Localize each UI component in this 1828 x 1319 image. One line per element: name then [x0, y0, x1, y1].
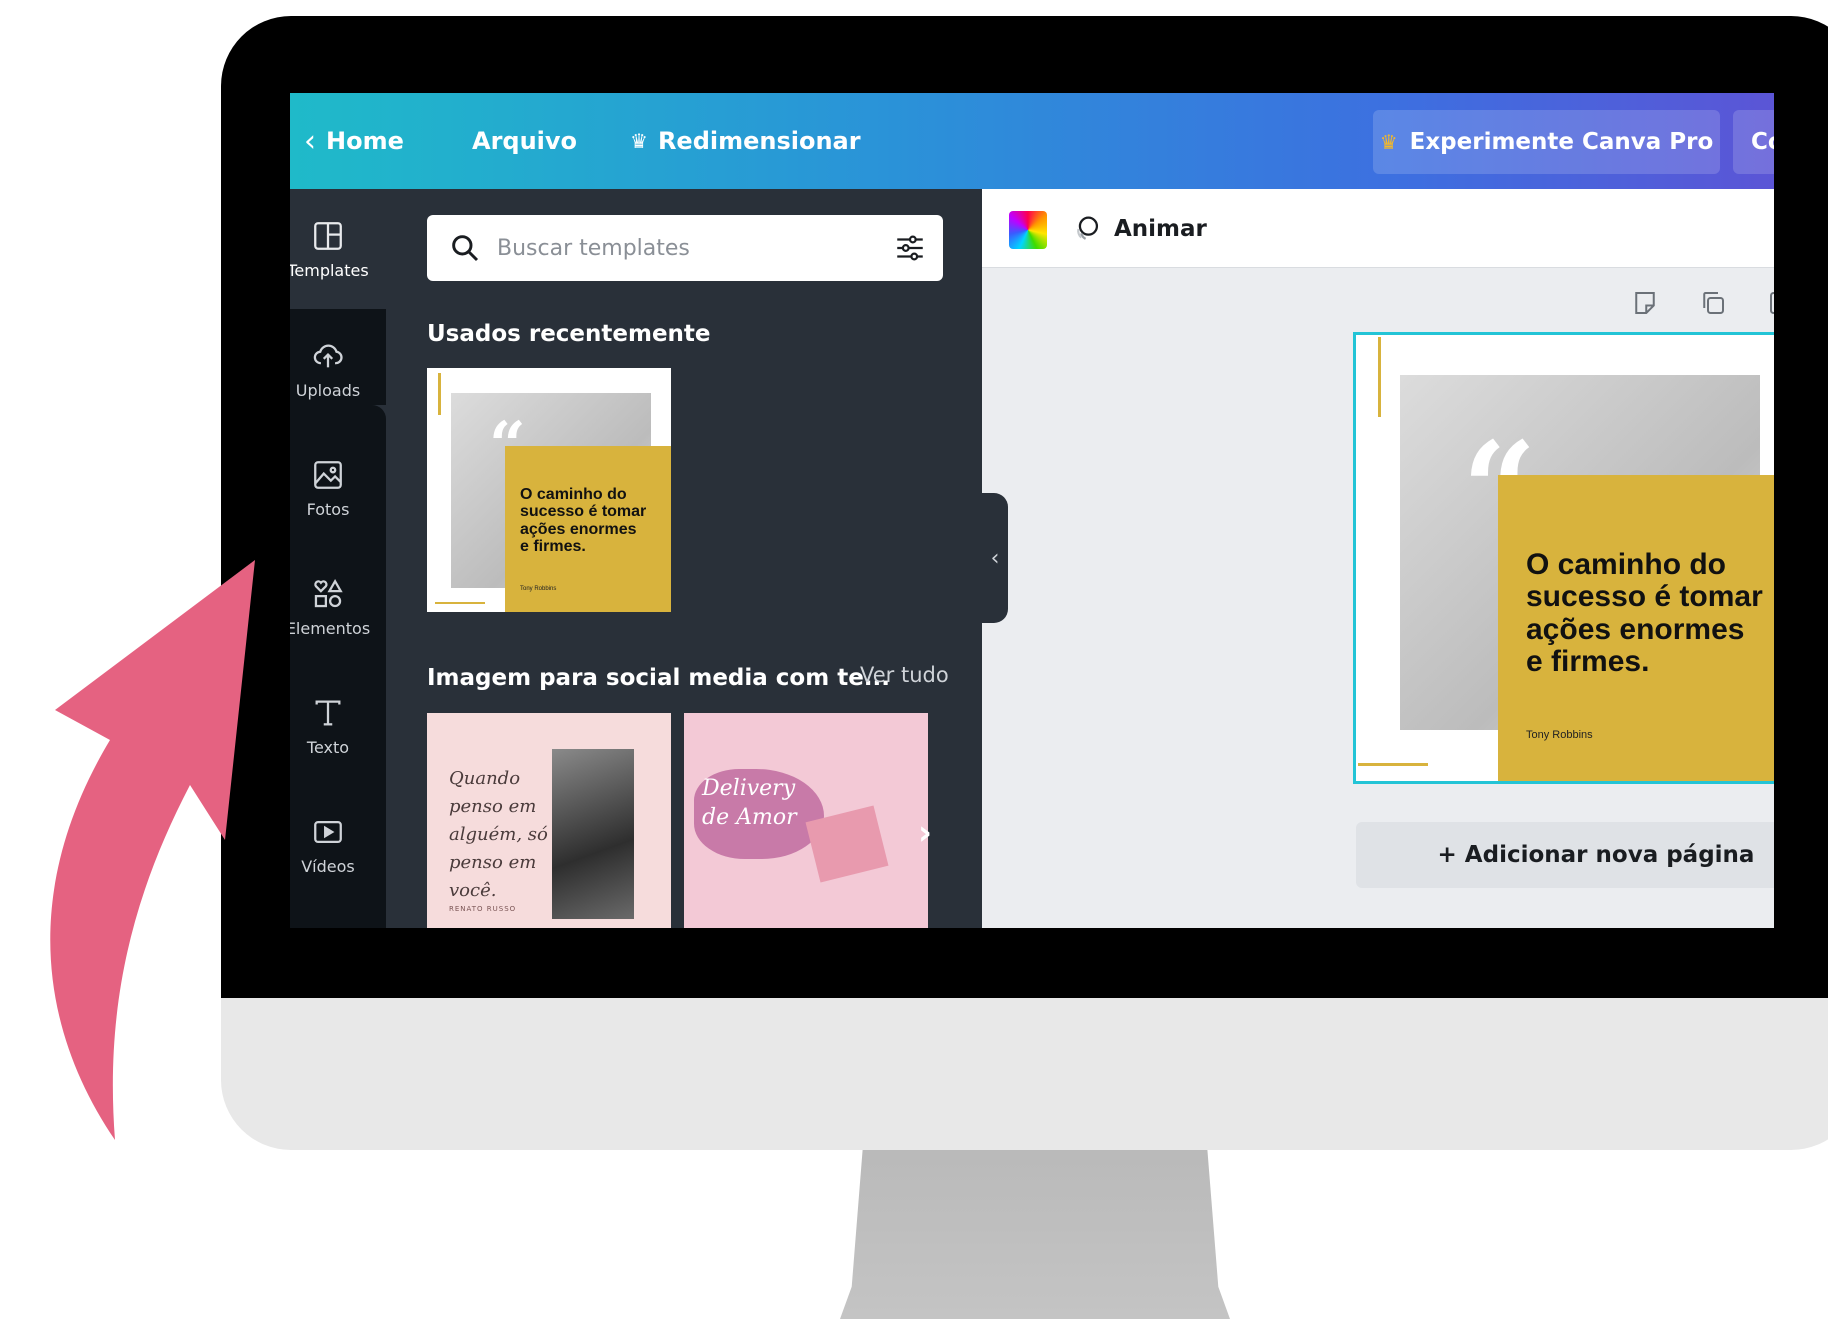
animate-icon — [1077, 216, 1099, 240]
editor-toolbar: Animar — [982, 189, 1774, 268]
gold-line — [1358, 763, 1428, 766]
sidebar-item-photos[interactable]: Fotos — [290, 433, 366, 543]
add-page-icon[interactable] — [1766, 288, 1774, 318]
pointer-arrow — [50, 560, 255, 1140]
recent-template-thumb[interactable]: “ O caminho do sucesso é tomar ações eno… — [427, 368, 671, 612]
see-all-link[interactable]: Ver tudo — [860, 663, 949, 687]
home-link[interactable]: ‹ Home — [304, 93, 404, 189]
template-text: Delivery de Amor — [702, 776, 797, 830]
add-new-page-button[interactable]: + Adicionar nova página — [1356, 822, 1774, 888]
share-button-label: Co — [1751, 129, 1774, 155]
page-tools — [1630, 288, 1774, 318]
crown-icon: ♛ — [1379, 130, 1398, 154]
template-quote-text: O caminho do sucesso é tomar ações enorm… — [520, 486, 647, 555]
resize-menu[interactable]: ♛ Redimensionar — [630, 93, 861, 189]
note-icon[interactable] — [1630, 288, 1660, 318]
share-button[interactable]: Co — [1733, 110, 1774, 174]
upload-cloud-icon — [313, 344, 343, 367]
search-icon — [452, 235, 479, 262]
file-menu[interactable]: Arquivo — [472, 93, 577, 189]
home-label: Home — [326, 127, 404, 155]
chevron-left-icon: ‹ — [990, 545, 1000, 571]
crown-icon: ♛ — [630, 129, 648, 153]
shapes-icon — [314, 578, 343, 607]
template-author: RENATO RUSSO — [449, 905, 517, 913]
chevron-right-icon[interactable]: › — [918, 813, 932, 853]
template-text: Quando penso em alguém, só penso em você… — [449, 768, 548, 901]
monitor-stand — [840, 1140, 1230, 1319]
social-template-thumb[interactable]: Delivery de Amor — [684, 713, 928, 928]
sidebar-item-text[interactable]: Texto — [290, 671, 366, 781]
try-canva-pro-button[interactable]: ♛ Experimente Canva Pro — [1373, 110, 1720, 174]
animate-label: Animar — [1114, 216, 1207, 242]
text-icon — [315, 700, 341, 725]
sidebar-item-videos[interactable]: Vídeos — [290, 790, 366, 900]
sidebar-item-label: Elementos — [290, 618, 371, 638]
sidebar-item-label: Templates — [290, 260, 369, 280]
template-search — [427, 215, 943, 281]
gold-line — [438, 373, 441, 415]
gold-line — [435, 602, 485, 604]
filter-sliders-icon[interactable] — [893, 231, 927, 265]
design-author[interactable]: Tony Robbins — [1526, 729, 1593, 741]
canva-editor-screen: ‹ Home Arquivo ♛ Redimensionar ♛ Experim… — [290, 93, 1774, 928]
design-page[interactable]: “ O caminho do sucesso é tomar ações eno… — [1353, 332, 1774, 784]
resize-label: Redimensionar — [657, 127, 861, 155]
template-photo — [552, 749, 634, 919]
sidebar-item-label: Uploads — [295, 380, 361, 400]
sidebar-item-label: Fotos — [306, 499, 350, 519]
social-section-title: Imagem para social media com te... — [427, 665, 891, 691]
pro-button-label: Experimente Canva Pro — [1409, 129, 1714, 155]
sidebar-item-uploads[interactable]: Uploads — [290, 314, 366, 424]
animate-button[interactable]: Animar — [1070, 209, 1207, 249]
collapse-panel-button[interactable]: ‹ — [982, 493, 1008, 623]
sidebar-item-label: Texto — [306, 737, 350, 757]
chevron-left-icon: ‹ — [304, 123, 316, 159]
templates-icon — [314, 221, 342, 250]
sidebar-item-label: Vídeos — [301, 856, 355, 876]
color-picker-button[interactable] — [1009, 211, 1047, 249]
duplicate-icon[interactable] — [1698, 288, 1728, 318]
top-bar: ‹ Home Arquivo ♛ Redimensionar ♛ Experim… — [290, 93, 1774, 189]
sidebar-item-elements[interactable]: Elementos — [290, 552, 370, 662]
photo-icon — [314, 460, 342, 489]
sidebar-item-templates[interactable]: Templates — [290, 194, 369, 304]
design-quote-text[interactable]: O caminho do sucesso é tomar ações enorm… — [1526, 548, 1763, 679]
monitor-chin — [221, 980, 1828, 1150]
search-input[interactable] — [495, 234, 879, 262]
file-label: Arquivo — [472, 127, 578, 155]
template-author: Tony Robbins — [520, 586, 557, 592]
gold-line — [1378, 337, 1381, 417]
social-template-thumb[interactable]: Quando penso em alguém, só penso em você… — [427, 713, 671, 928]
recent-section-title: Usados recentemente — [427, 321, 711, 347]
video-icon — [314, 820, 342, 843]
